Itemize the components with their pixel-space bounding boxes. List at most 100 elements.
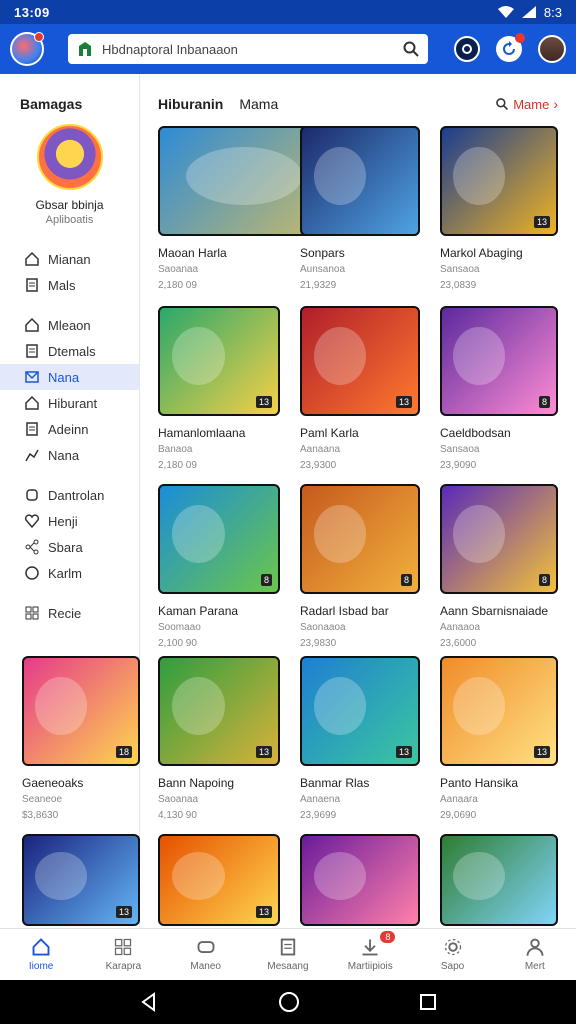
app-card[interactable]: 13 Paml Karla Aanaana 23,9300 <box>300 306 420 472</box>
app-category: Aanaena <box>300 794 341 805</box>
profile-picture[interactable] <box>36 124 103 190</box>
app-card[interactable]: 13 Panto Hansika Aanaara 29,0690 <box>440 656 558 822</box>
tab-hiburan[interactable]: Hiburanin <box>158 96 223 112</box>
sidebar-title: Bamagas <box>20 96 83 112</box>
app-card[interactable]: 8 Aann Sbarnisnaiade Aanaaoa 23,6000 <box>440 484 558 650</box>
search-input[interactable] <box>102 41 402 57</box>
system-nav-bar <box>0 980 576 1024</box>
bottom-nav-item[interactable]: Martiipiois 8 <box>329 929 411 980</box>
bottom-nav-label: Mert <box>524 961 545 972</box>
rating-badge: 8 <box>260 574 272 586</box>
sidebar-item[interactable]: Hiburant <box>0 390 139 416</box>
app-thumbnail[interactable]: 13 <box>300 306 420 416</box>
home-circle-icon[interactable] <box>278 991 300 1013</box>
search-bar[interactable] <box>68 34 428 64</box>
app-card[interactable]: 13 <box>158 834 280 926</box>
more-label: Mame <box>513 96 550 112</box>
app-thumbnail[interactable]: 13 <box>158 306 280 416</box>
sidebar-item-label: Henji <box>48 513 78 529</box>
bottom-nav-item[interactable]: Iiome <box>0 929 82 980</box>
notification-dot <box>34 32 44 42</box>
thumbnail-highlight <box>171 327 225 386</box>
app-category: Banaoa <box>158 444 193 455</box>
sidebar-item[interactable]: Nana <box>0 442 139 468</box>
bottom-nav-item[interactable]: Mert <box>494 929 576 980</box>
app-card[interactable]: 8 Caeldbodsan Sansaoa 23,9090 <box>440 306 558 472</box>
app-thumbnail[interactable]: 8 <box>440 306 558 416</box>
app-thumbnail[interactable]: 13 <box>158 834 280 926</box>
user-avatar[interactable] <box>538 35 566 63</box>
app-size: 23,0839 <box>440 280 477 291</box>
app-category: Soomaao <box>158 622 201 633</box>
recents-icon[interactable] <box>419 993 437 1011</box>
app-card[interactable]: 13 Banmar Rlas Aanaena 23,9699 <box>300 656 420 822</box>
sidebar-item[interactable]: Recie <box>0 600 139 626</box>
app-logo[interactable] <box>10 32 44 66</box>
thumbnail-highlight <box>313 327 366 386</box>
app-thumbnail[interactable]: 13 <box>440 656 558 766</box>
sidebar-item[interactable]: Karlm <box>0 560 139 586</box>
app-thumbnail[interactable]: 13 <box>22 834 140 926</box>
app-card[interactable]: 8 Radarl Isbad bar Saonaaoa 23,9830 <box>300 484 420 650</box>
back-icon[interactable] <box>139 992 159 1012</box>
app-thumbnail[interactable]: 13 <box>158 656 280 766</box>
app-thumbnail[interactable] <box>300 126 420 236</box>
app-thumbnail[interactable] <box>440 834 558 926</box>
sidebar-item[interactable]: Adeinn <box>0 416 139 442</box>
app-card[interactable] <box>440 834 558 926</box>
sidebar-item-label: Nana <box>48 369 80 385</box>
rating-badge: 8 <box>538 574 550 586</box>
bottom-nav-item[interactable]: Maneo <box>165 929 247 980</box>
app-thumbnail[interactable]: 8 <box>158 484 280 594</box>
app-thumbnail[interactable]: 18 <box>22 656 140 766</box>
app-bar <box>0 24 576 74</box>
sidebar-item[interactable]: Henji <box>0 508 139 534</box>
chart-icon <box>25 449 39 462</box>
sidebar-item[interactable]: Nana <box>0 364 139 390</box>
sidebar-item[interactable]: Sbara <box>0 534 139 560</box>
sidebar-item[interactable]: Mleaon <box>0 312 139 338</box>
app-category: Sansaoa <box>440 264 480 275</box>
thumbnail-highlight <box>453 505 505 564</box>
app-title: Kaman Parana <box>158 604 239 618</box>
thumbnail-highlight <box>171 505 225 564</box>
app-card[interactable]: Sonpars Aunsanoa 21,9329 <box>300 126 420 292</box>
app-card[interactable] <box>300 834 420 926</box>
sidebar-item[interactable]: Dantrolan <box>0 482 139 508</box>
profile[interactable]: Gbsar bbinja Apliboatis <box>0 124 139 226</box>
circle-icon <box>25 566 39 580</box>
puzzle-icon <box>26 489 38 501</box>
app-card[interactable]: 18 Gaeneoaks Seaneoe $3,8630 <box>22 656 140 822</box>
refresh-icon[interactable] <box>496 33 525 62</box>
sidebar-item[interactable]: Mianan <box>0 246 139 272</box>
app-card[interactable]: 13 Markol Abaging Sansaoa 23,0839 <box>440 126 558 292</box>
status-bar: 13:09 8:3 <box>0 0 576 24</box>
sidebar-item[interactable]: Dtemals <box>0 338 139 364</box>
bottom-nav-item[interactable]: Sapo <box>411 929 493 980</box>
app-category: Aanaana <box>300 444 341 455</box>
app-card[interactable]: 13 Bann Napoing Saoanaa 4,130 90 <box>158 656 280 822</box>
app-thumbnail[interactable] <box>300 834 420 926</box>
bottom-nav-item[interactable]: Karapra <box>82 929 164 980</box>
app-title: Banmar Rlas <box>300 776 370 790</box>
app-thumbnail[interactable]: 8 <box>300 484 420 594</box>
app-card[interactable]: 8 Kaman Parana Soomaao 2,100 90 <box>158 484 280 650</box>
app-category: Aanaara <box>440 794 478 805</box>
search-icon[interactable] <box>402 40 420 58</box>
profile-subtitle: Apliboatis <box>45 214 94 226</box>
app-card[interactable]: 13 Hamanlomlaana Banaoa 2,180 09 <box>158 306 280 472</box>
app-title: Bann Napoing <box>158 776 235 790</box>
rating-badge: 13 <box>533 216 550 228</box>
bottom-nav-item[interactable]: Mesaang <box>247 929 329 980</box>
app-thumbnail[interactable]: 8 <box>440 484 558 594</box>
tab-mama[interactable]: Mama <box>239 96 278 112</box>
app-thumbnail[interactable]: 13 <box>440 126 558 236</box>
battery-text: 8:3 <box>543 4 562 20</box>
app-thumbnail[interactable]: 13 <box>300 656 420 766</box>
app-card[interactable]: 13 <box>22 834 140 926</box>
app-size: 23,6000 <box>440 638 477 649</box>
more-link[interactable]: Mame › <box>495 96 558 112</box>
sidebar-item[interactable]: Mals <box>0 272 139 298</box>
game-controller-icon[interactable] <box>454 36 480 62</box>
bottom-nav-label: Mesaang <box>267 961 309 972</box>
